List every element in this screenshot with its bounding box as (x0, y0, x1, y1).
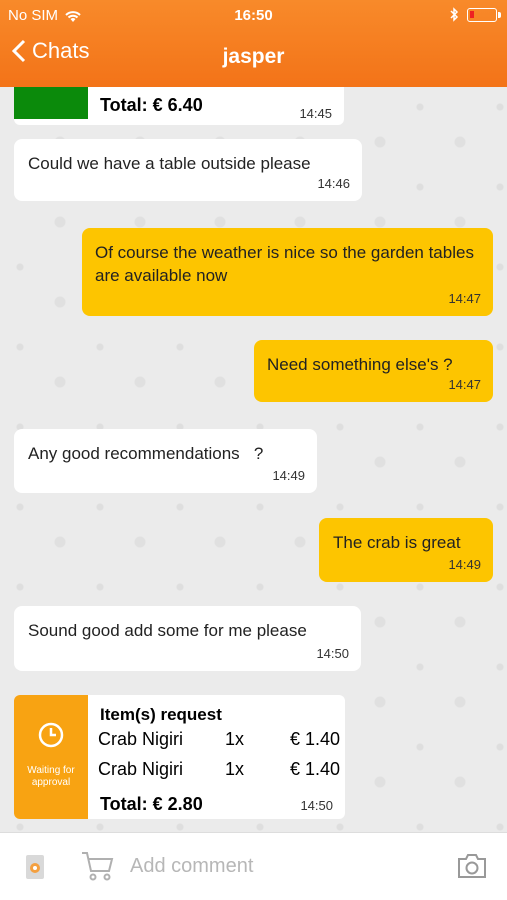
chat-title: jasper (222, 45, 285, 68)
message-incoming[interactable]: Could we have a table outside please 14:… (14, 139, 362, 201)
message-time: 14:46 (317, 176, 350, 191)
menu-card-icon[interactable] (24, 853, 46, 881)
clock: 16:50 (234, 7, 273, 24)
message-text: Sound good add some for me please (28, 621, 307, 640)
order-status-swatch (14, 87, 88, 119)
item-price: € 1.40 (290, 729, 341, 749)
message-time: 14:50 (300, 798, 333, 813)
message-list[interactable]: Total: € 6.40 14:45 Could we have a tabl… (0, 87, 507, 832)
order-card-previous[interactable]: Total: € 6.40 14:45 (14, 87, 344, 125)
message-time: 14:47 (448, 377, 481, 392)
message-incoming[interactable]: Sound good add some for me please 14:50 (14, 606, 361, 671)
status-bar: No SIM 16:50 (0, 0, 507, 30)
request-total: Total: € 2.80 (100, 794, 203, 814)
item-qty: 1x (225, 759, 245, 779)
item-price: € 1.40 (290, 759, 341, 779)
message-time: 14:47 (448, 291, 481, 306)
message-text: Any good recommendations ? (28, 444, 264, 463)
pending-status-block: Waiting for approval (14, 695, 88, 819)
item-qty: 1x (225, 729, 245, 749)
request-item: Crab Nigiri 1x € 1.40 (98, 759, 345, 785)
composer-bar: Add comment (0, 832, 507, 900)
message-time: 14:50 (316, 646, 349, 661)
app-header: No SIM 16:50 Chats jasper (0, 0, 507, 87)
comment-input[interactable]: Add comment (130, 855, 253, 878)
request-item: Crab Nigiri 1x € 1.40 (98, 729, 345, 755)
pending-status-label: Waiting for approval (27, 765, 75, 788)
item-name: Crab Nigiri (98, 729, 184, 749)
message-text: Could we have a table outside please (28, 154, 311, 173)
order-request-card[interactable]: Waiting for approval Item(s) request Cra… (14, 695, 345, 819)
message-outgoing[interactable]: Need something else's ? 14:47 (254, 340, 493, 402)
message-text: Of course the weather is nice so the gar… (95, 243, 474, 285)
cart-icon[interactable] (80, 850, 114, 882)
message-text: The crab is great (333, 533, 461, 552)
bluetooth-icon (450, 7, 459, 22)
message-text: Need something else's ? (267, 355, 453, 374)
message-outgoing[interactable]: The crab is great 14:49 (319, 518, 493, 582)
message-time: 14:49 (272, 468, 305, 483)
request-heading: Item(s) request (100, 705, 222, 724)
camera-icon[interactable] (456, 853, 488, 879)
order-total: Total: € 6.40 (100, 95, 203, 115)
nav-bar: Chats jasper (0, 38, 507, 78)
clock-icon (38, 722, 64, 748)
item-name: Crab Nigiri (98, 759, 184, 779)
message-outgoing[interactable]: Of course the weather is nice so the gar… (82, 228, 493, 316)
message-time: 14:45 (299, 106, 332, 121)
message-time: 14:49 (448, 557, 481, 572)
battery-icon (467, 7, 501, 22)
message-incoming[interactable]: Any good recommendations ? 14:49 (14, 429, 317, 493)
status-icons (449, 7, 501, 22)
